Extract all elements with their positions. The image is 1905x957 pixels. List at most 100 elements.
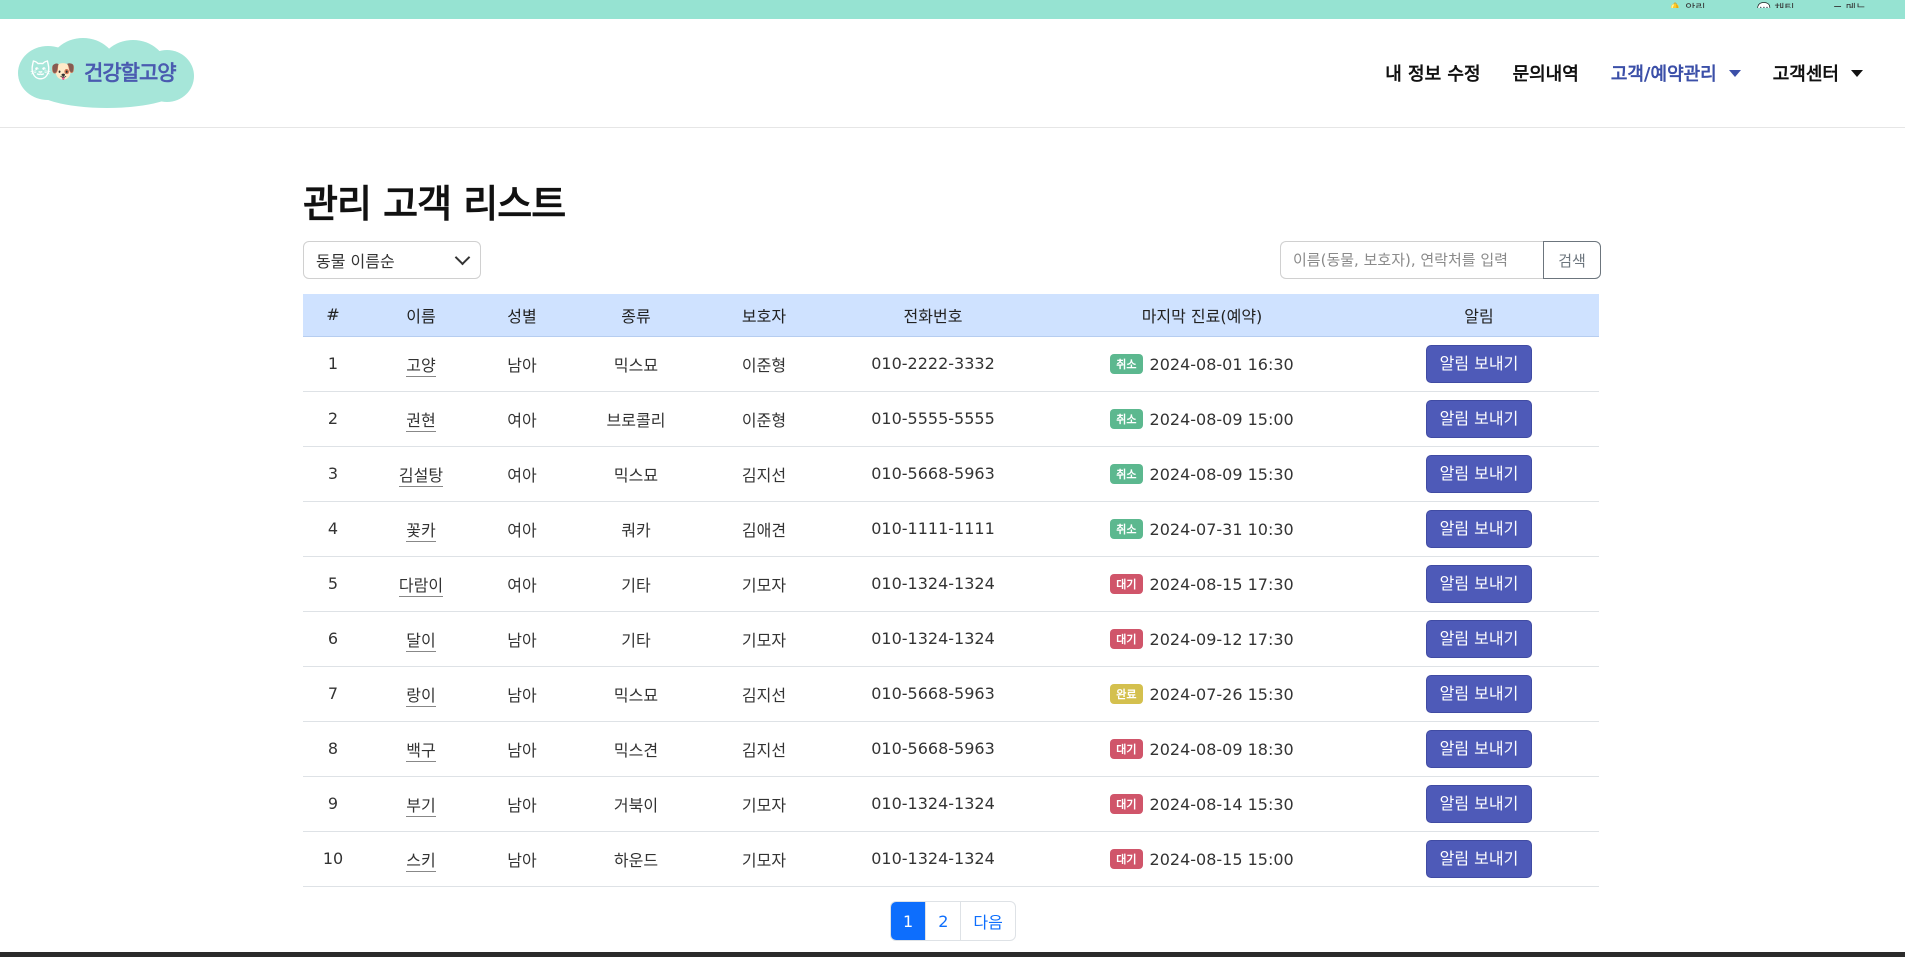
visit-datetime: 2024-08-09 15:30 [1149,464,1294,484]
notify-cell: 알림 보내기 [1359,446,1599,501]
send-notification-button[interactable]: 알림 보내기 [1425,674,1533,713]
last-visit-cell: 대기 2024-08-14 15:30 [1045,776,1359,831]
table-header-row: # 이름 성별 종류 보호자 전화번호 마지막 진료(예약) 알림 [303,294,1599,337]
visit-datetime: 2024-07-26 15:30 [1149,684,1294,704]
table-row: 8 백구 남아 믹스견 김지선 010-5668-5963 대기 2024-08-09 18:… [303,721,1599,776]
row-number: 4 [327,519,339,538]
row-number: 1 [327,354,339,373]
logo-text: 건강할고양 [84,61,177,85]
send-notification-button[interactable]: 알림 보내기 [1425,839,1533,878]
gender-cell: 남아 [507,355,537,375]
owner-cell: 이준형 [741,410,787,430]
nav-item-2[interactable]: 고객/예약관리 [1611,60,1741,86]
pet-name-link[interactable]: 고양 [406,355,436,377]
phone-cell: 010-5555-5555 [871,409,995,428]
phone-cell: 010-1324-1324 [871,794,995,813]
status-badge: 대기 [1110,574,1143,594]
send-notification-button[interactable]: 알림 보내기 [1425,454,1533,493]
search-group: 검색 [1280,241,1601,279]
last-visit-cell: 취소 2024-08-01 16:30 [1045,336,1359,391]
last-visit: 취소 2024-08-01 16:30 [1110,354,1294,374]
send-notification-button[interactable]: 알림 보내기 [1425,564,1533,603]
status-badge: 대기 [1110,739,1143,759]
col-header-owner: 보호자 [707,294,821,337]
last-visit-cell: 대기 2024-09-12 17:30 [1045,611,1359,666]
search-button[interactable]: 검색 [1543,241,1601,279]
send-notification-button[interactable]: 알림 보내기 [1425,509,1533,548]
col-header-name: 이름 [363,294,479,337]
send-notification-button[interactable]: 알림 보내기 [1425,619,1533,658]
pet-name-link[interactable]: 다람이 [398,575,444,597]
search-input[interactable] [1280,241,1543,279]
page-2-button[interactable]: 2 [925,902,960,940]
row-number: 8 [327,739,339,758]
name-cell: 권현 [363,391,479,446]
kind-cell: 믹스묘 [613,355,659,375]
name-cell: 부기 [363,776,479,831]
name-cell: 랑이 [363,666,479,721]
kind-cell: 브로콜리 [606,410,666,430]
nav-item-3[interactable]: 고객센터 [1773,60,1863,86]
table-row: 7 랑이 남아 믹스묘 김지선 010-5668-5963 완료 2024-07-26 15:… [303,666,1599,721]
pet-name-link[interactable]: 꽃카 [406,520,436,542]
last-visit: 취소 2024-08-09 15:30 [1110,464,1294,484]
kind-cell: 쿼카 [621,520,651,540]
kind-cell: 믹스묘 [613,685,659,705]
col-header-phone: 전화번호 [821,294,1045,337]
status-badge: 대기 [1110,629,1143,649]
row-number: 3 [327,464,339,483]
topbar-alert-item[interactable]: 🔔 알림 [1668,0,1705,8]
col-header-gender: 성별 [479,294,565,337]
phone-cell: 010-5668-5963 [871,739,995,758]
send-notification-button[interactable]: 알림 보내기 [1425,399,1533,438]
page-title: 관리 고객 리스트 [303,182,566,226]
last-visit-cell: 취소 2024-08-09 15:00 [1045,391,1359,446]
row-number: 2 [327,409,339,428]
nav-item-1[interactable]: 문의내역 [1513,60,1579,86]
pet-name-link[interactable]: 랑이 [406,685,436,707]
send-notification-button[interactable]: 알림 보내기 [1425,784,1533,823]
topbar-chat-item[interactable]: 💬 채팅 [1757,0,1794,8]
last-visit: 완료 2024-07-26 15:30 [1110,684,1294,704]
name-cell: 스키 [363,831,479,886]
sort-select[interactable]: 동물 이름순 [303,241,481,279]
nav-item-0[interactable]: 내 정보 수정 [1385,60,1480,86]
kind-cell: 기타 [621,575,651,595]
status-badge: 완료 [1110,684,1143,704]
send-notification-button[interactable]: 알림 보내기 [1425,344,1533,383]
pet-name-link[interactable]: 달이 [406,630,436,652]
col-header-kind: 종류 [565,294,707,337]
next-page-button[interactable]: 다음 [960,902,1014,940]
main-nav: 내 정보 수정 문의내역 고객/예약관리 고객센터 [1353,19,1863,127]
gender-cell: 여아 [507,410,537,430]
name-cell: 백구 [363,721,479,776]
kind-cell: 기타 [621,630,651,650]
row-number: 9 [327,794,339,813]
pet-name-link[interactable]: 스키 [406,850,436,872]
page-1-button[interactable]: 1 [891,902,926,940]
status-badge: 취소 [1110,354,1143,374]
nav-item-label: 고객/예약관리 [1610,64,1717,85]
gender-cell: 남아 [507,740,537,760]
notify-cell: 알림 보내기 [1359,336,1599,391]
site-logo[interactable]: 🐱🐶 건강할고양 [18,38,194,108]
owner-cell: 이준형 [741,355,787,375]
topbar-menu-item[interactable]: ≡ 메뉴 [1833,0,1866,8]
last-visit-cell: 취소 2024-07-31 10:30 [1045,501,1359,556]
name-cell: 꽃카 [363,501,479,556]
send-notification-button[interactable]: 알림 보내기 [1425,729,1533,768]
pet-name-link[interactable]: 권현 [406,410,436,432]
nav-item-label: 문의내역 [1512,64,1579,85]
pet-name-link[interactable]: 부기 [406,795,436,817]
gender-cell: 여아 [507,520,537,540]
pet-name-link[interactable]: 김설탕 [398,465,444,487]
owner-cell: 기모자 [741,575,787,595]
sort-select-value: 동물 이름순 [316,252,395,271]
table-row: 1 고양 남아 믹스묘 이준형 010-2222-3332 취소 2024-08-01 16:… [303,336,1599,391]
pet-name-link[interactable]: 백구 [406,740,436,762]
row-number: 6 [327,629,339,648]
caret-down-icon [1851,69,1863,77]
kind-cell: 믹스견 [613,740,659,760]
nav-item-label: 고객센터 [1772,64,1839,85]
table-row: 6 달이 남아 기타 기모자 010-1324-1324 대기 2024-09-12 17:3… [303,611,1599,666]
